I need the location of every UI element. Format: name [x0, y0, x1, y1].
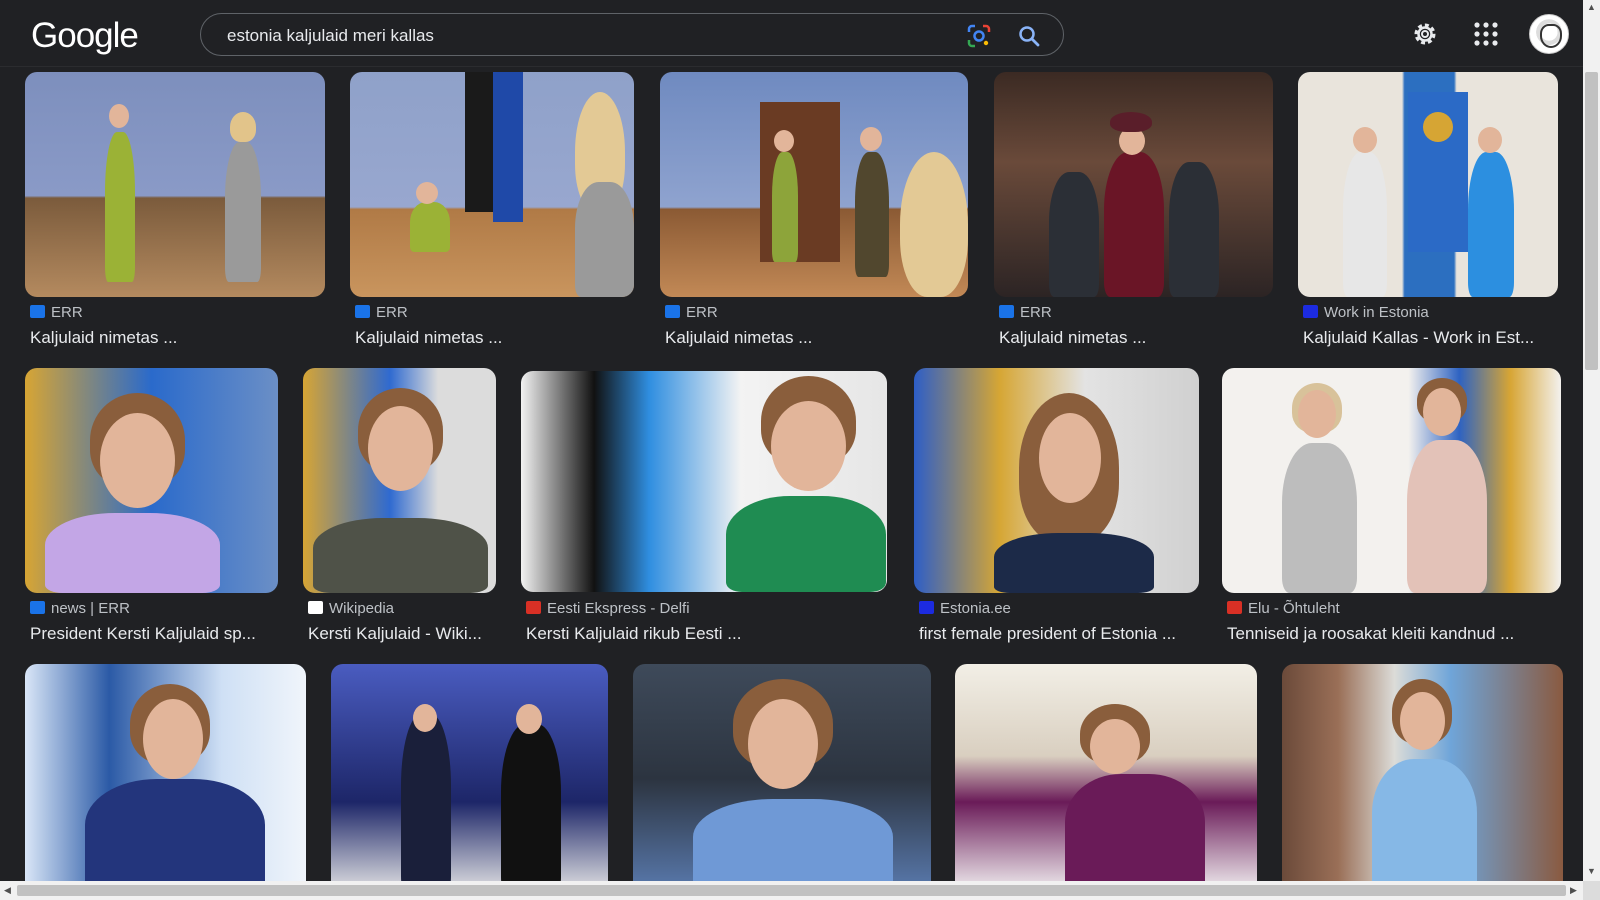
result-image[interactable]	[331, 664, 608, 881]
result-image[interactable]	[955, 664, 1257, 881]
result-source: Eesti Ekspress - Delfi	[526, 600, 690, 617]
result-source: ERR	[999, 304, 1052, 321]
err-favicon-icon	[30, 601, 45, 614]
vertical-scrollbar[interactable]: ▲ ▼	[1583, 0, 1600, 881]
result-source: Work in Estonia	[1303, 304, 1429, 321]
result-source: Elu - Õhtuleht	[1227, 600, 1340, 617]
account-avatar[interactable]	[1529, 14, 1569, 54]
result-caption[interactable]: Kaljulaid nimetas ...	[665, 328, 812, 348]
horizontal-scrollbar[interactable]: ◀ ▶	[0, 881, 1583, 900]
result-card[interactable]	[1282, 664, 1564, 881]
result-caption[interactable]: Kaljulaid nimetas ...	[355, 328, 502, 348]
result-image[interactable]	[994, 72, 1273, 297]
result-image[interactable]	[303, 368, 496, 593]
result-caption[interactable]: Kaljulaid nimetas ...	[999, 328, 1146, 348]
scroll-down-arrow-icon[interactable]: ▼	[1587, 866, 1596, 876]
result-image[interactable]	[521, 371, 887, 592]
err-favicon-icon	[999, 305, 1014, 318]
search-icon[interactable]	[1017, 24, 1041, 48]
result-card[interactable]: Work in Estonia Kaljulaid Kallas - Work …	[1298, 72, 1563, 352]
scrollbar-corner	[1583, 881, 1600, 900]
header: Google	[0, 0, 1583, 67]
horizontal-scrollbar-thumb[interactable]	[17, 885, 1566, 896]
scroll-up-arrow-icon[interactable]: ▲	[1587, 2, 1596, 12]
estonia-ee-favicon-icon	[919, 601, 934, 614]
result-caption[interactable]: Kaljulaid Kallas - Work in Est...	[1303, 328, 1534, 348]
result-image[interactable]	[633, 664, 931, 881]
result-image[interactable]	[25, 664, 306, 881]
result-card[interactable]	[331, 664, 609, 881]
settings-gear-icon[interactable]	[1410, 19, 1440, 49]
result-card[interactable]: ERR Kaljulaid nimetas ...	[25, 72, 325, 352]
result-card[interactable]: Estonia.ee first female president of Est…	[914, 368, 1204, 648]
result-card[interactable]: news | ERR President Kersti Kaljulaid sp…	[25, 368, 280, 648]
result-source: Wikipedia	[308, 600, 394, 617]
result-caption[interactable]: Kaljulaid nimetas ...	[30, 328, 177, 348]
search-input[interactable]	[225, 23, 929, 49]
result-image[interactable]	[25, 72, 325, 297]
result-card[interactable]: ERR Kaljulaid nimetas ...	[660, 72, 970, 352]
result-source: Estonia.ee	[919, 600, 1011, 617]
result-source: ERR	[30, 304, 83, 321]
ohtuleht-favicon-icon	[1227, 601, 1242, 614]
result-caption[interactable]: Kersti Kaljulaid rikub Eesti ...	[526, 624, 741, 644]
result-caption[interactable]: Tenniseid ja roosakat kleiti kandnud ...	[1227, 624, 1514, 644]
scroll-left-arrow-icon[interactable]: ◀	[4, 885, 11, 896]
search-box[interactable]	[200, 13, 1064, 56]
err-favicon-icon	[30, 305, 45, 318]
result-image[interactable]	[914, 368, 1199, 593]
result-card[interactable]: Wikipedia Kersti Kaljulaid - Wiki...	[303, 368, 498, 648]
result-card[interactable]: Eesti Ekspress - Delfi Kersti Kaljulaid …	[521, 368, 891, 648]
result-card[interactable]: ERR Kaljulaid nimetas ...	[994, 72, 1274, 352]
result-image[interactable]	[660, 72, 968, 297]
image-results-grid: ERR Kaljulaid nimetas ... ERR Kaljulaid …	[0, 66, 1583, 881]
result-card[interactable]: ERR Kaljulaid nimetas ...	[350, 72, 635, 352]
result-card[interactable]	[955, 664, 1257, 881]
result-image[interactable]	[1298, 72, 1558, 297]
err-favicon-icon	[665, 305, 680, 318]
google-lens-icon[interactable]	[966, 23, 992, 49]
result-card[interactable]: Elu - Õhtuleht Tenniseid ja roosakat kle…	[1222, 368, 1567, 648]
result-caption[interactable]: first female president of Estonia ...	[919, 624, 1176, 644]
google-apps-icon[interactable]	[1473, 21, 1499, 47]
result-card[interactable]	[25, 664, 307, 881]
result-image[interactable]	[1282, 664, 1563, 881]
result-image[interactable]	[25, 368, 278, 593]
result-image[interactable]	[350, 72, 634, 297]
scroll-right-arrow-icon[interactable]: ▶	[1570, 885, 1577, 896]
result-source: ERR	[665, 304, 718, 321]
delfi-favicon-icon	[526, 601, 541, 614]
google-logo[interactable]: Google	[31, 16, 139, 56]
result-caption[interactable]: President Kersti Kaljulaid sp...	[30, 624, 256, 644]
result-source: ERR	[355, 304, 408, 321]
work-in-estonia-favicon-icon	[1303, 305, 1318, 318]
result-source: news | ERR	[30, 600, 130, 617]
result-caption[interactable]: Kersti Kaljulaid - Wiki...	[308, 624, 482, 644]
vertical-scrollbar-thumb[interactable]	[1585, 72, 1598, 370]
result-image[interactable]	[1222, 368, 1561, 593]
wikipedia-favicon-icon	[308, 601, 323, 614]
result-card[interactable]	[633, 664, 931, 881]
err-favicon-icon	[355, 305, 370, 318]
